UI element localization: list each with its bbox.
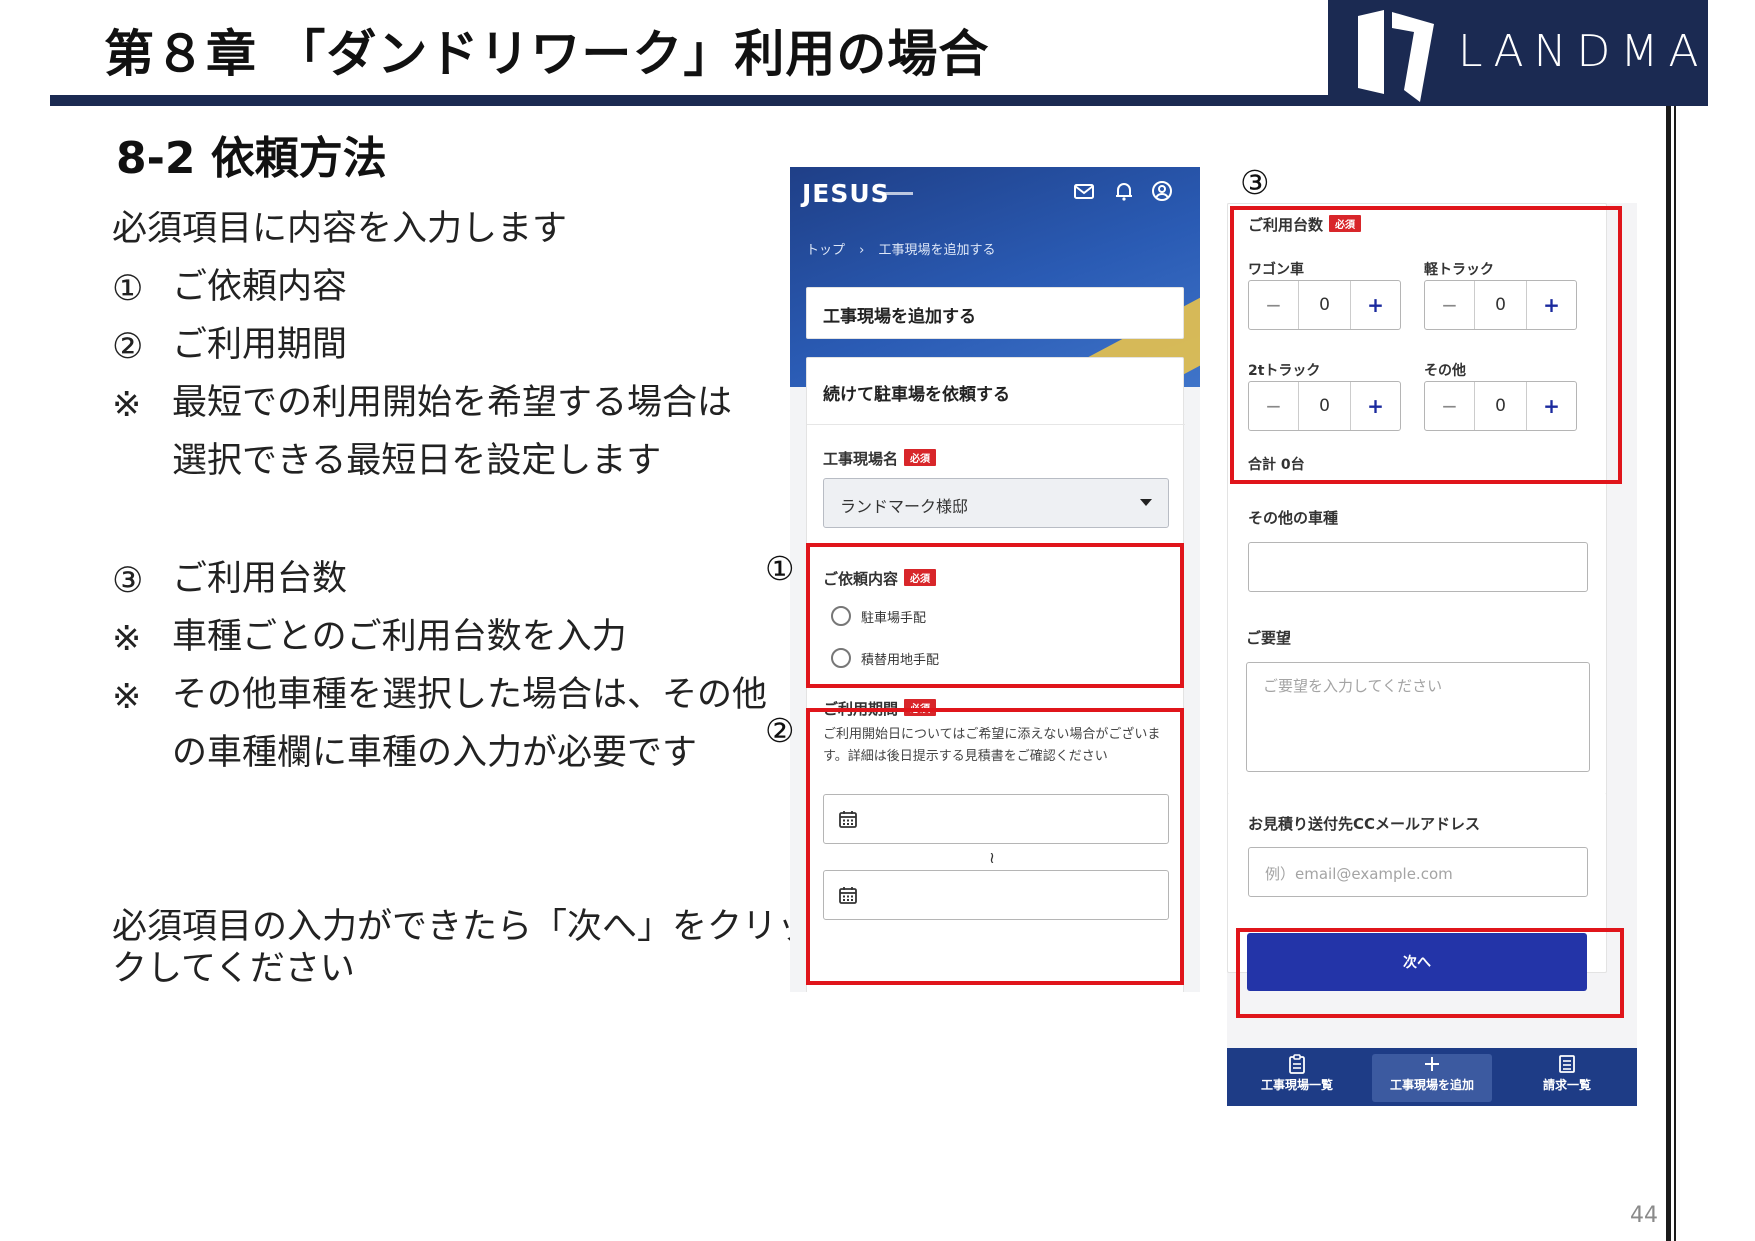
highlight-next-button (1236, 928, 1624, 1018)
breadcrumb: トップ › 工事現場を追加する (806, 239, 996, 258)
note1-line1: 最短での利用開始を希望する場合は (172, 383, 733, 423)
site-name-value: ランドマーク様邸 (840, 497, 969, 516)
note3-line1: その他車種を選択した場合は、その他 (172, 675, 768, 715)
callout-3: ③ (1240, 163, 1270, 202)
callout-2: ② (765, 711, 795, 750)
section-title: 8-2 依頼方法 (116, 133, 387, 184)
page-heading-card: 工事現場を追加する (806, 287, 1184, 339)
breadcrumb-separator: › (859, 243, 865, 258)
required-badge: 必須 (904, 449, 937, 466)
note2-mark: ※ (112, 619, 142, 659)
landmark-logo: LANDMARK (1328, 0, 1755, 106)
bottom-tab-bar: 工事現場一覧 工事現場を追加 請求一覧 (1227, 1048, 1637, 1106)
site-name-label: 工事現場名 必須 (823, 448, 937, 469)
outro-line2: クしてください (112, 949, 355, 989)
list-icon (1559, 1055, 1575, 1073)
breadcrumb-current: 工事現場を追加する (878, 243, 996, 258)
clipboard-icon (1289, 1054, 1305, 1074)
note1-mark: ※ (112, 385, 142, 425)
note3-mark: ※ (112, 677, 142, 717)
request-note-placeholder: ご要望を入力してください (1263, 677, 1443, 695)
tab-invoice-list[interactable]: 請求一覧 (1507, 1054, 1627, 1102)
page-number: 44 (1630, 1203, 1658, 1228)
tab-add-site[interactable]: 工事現場を追加 (1372, 1054, 1492, 1102)
app-logo: JESUS (802, 179, 890, 208)
breadcrumb-home[interactable]: トップ (806, 243, 845, 258)
note2-text: 車種ごとのご利用台数を入力 (172, 617, 627, 657)
outro-line1: 必須項目の入力ができたら「次へ」をクリッ (112, 907, 813, 947)
tab-label: 請求一覧 (1542, 1078, 1591, 1092)
cc-email-label: お見積り送付先CCメールアドレス (1248, 815, 1481, 833)
request-note-textarea[interactable]: ご要望を入力してください (1246, 662, 1590, 772)
right-rule-thin (1674, 106, 1676, 1241)
cc-email-placeholder: 例）email@example.com (1265, 865, 1453, 883)
item2-mark: ② (112, 327, 144, 367)
highlight-vehicle-count (1230, 206, 1622, 484)
chevron-down-icon (1140, 499, 1152, 506)
account-icon[interactable] (1150, 179, 1174, 203)
page-heading: 工事現場を追加する (823, 307, 976, 327)
other-type-input[interactable] (1248, 542, 1588, 592)
landmark-logo-mark-icon (1358, 10, 1434, 102)
tab-label: 工事現場を追加 (1389, 1078, 1474, 1092)
tab-label: 工事現場一覧 (1260, 1078, 1333, 1092)
highlight-request-type (806, 543, 1184, 688)
plus-icon (1425, 1057, 1439, 1071)
item3-text: ご利用台数 (172, 559, 348, 599)
intro-text: 必須項目に内容を入力します (112, 209, 568, 249)
bell-icon[interactable] (1112, 179, 1136, 203)
item2-text: ご利用期間 (172, 325, 348, 365)
mail-icon[interactable] (1072, 179, 1096, 203)
right-rule (1666, 106, 1671, 1241)
site-name-select[interactable]: ランドマーク様邸 (823, 478, 1169, 528)
item1-text: ご依頼内容 (172, 267, 348, 307)
cc-email-input[interactable]: 例）email@example.com (1248, 847, 1588, 897)
note3-line2: の車種欄に車種の入力が必要です (172, 733, 698, 773)
note1-line2: 選択できる最短日を設定します (172, 441, 662, 481)
item3-mark: ③ (112, 561, 144, 601)
callout-1: ① (765, 549, 795, 588)
other-type-label: その他の車種 (1248, 509, 1339, 527)
item1-mark: ① (112, 269, 144, 309)
logo-text: LANDMARK (1458, 26, 1755, 77)
highlight-usage-period (806, 708, 1184, 985)
chapter-title: 第８章 「ダンドリワーク」利用の場合 (104, 25, 990, 83)
request-note-label: ご要望 (1246, 629, 1292, 647)
tab-site-list[interactable]: 工事現場一覧 (1237, 1054, 1357, 1102)
sub-heading: 続けて駐車場を依頼する (823, 385, 1010, 405)
